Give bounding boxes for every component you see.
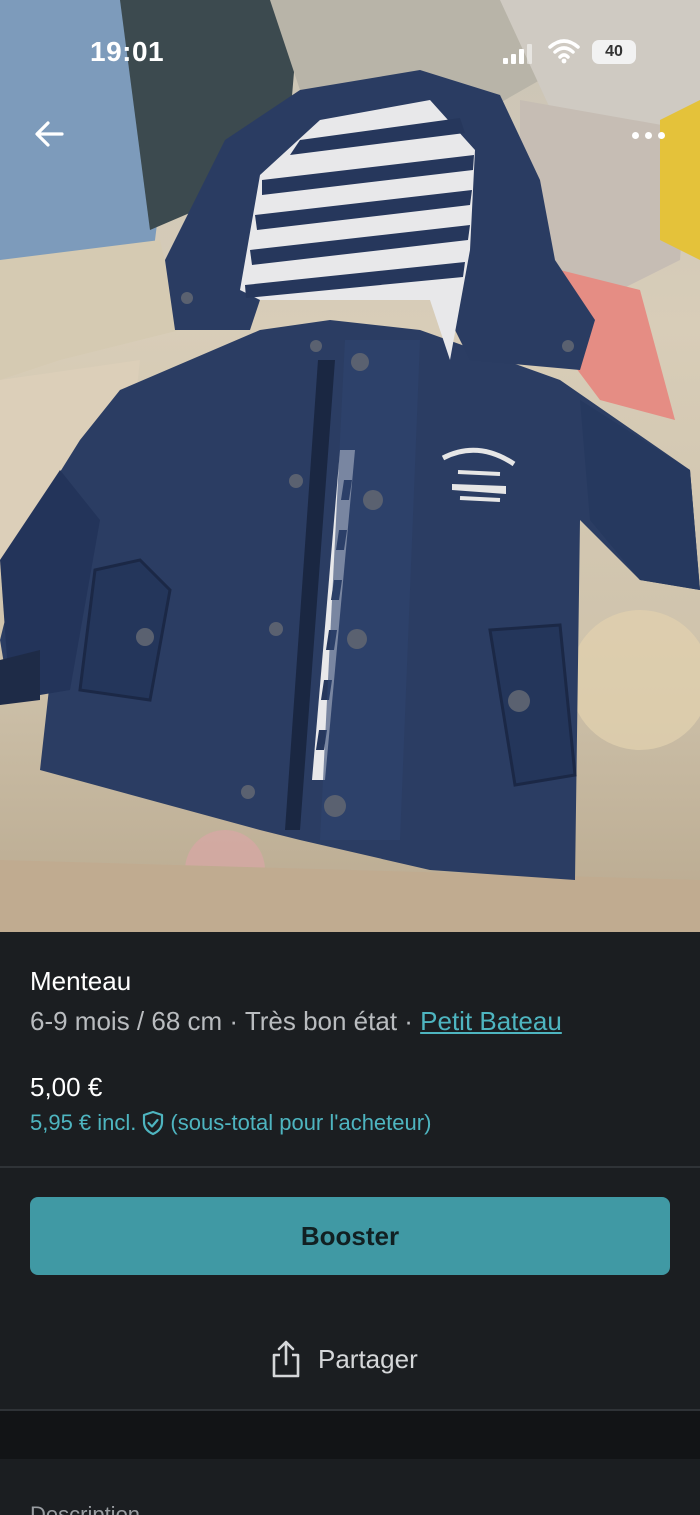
cellular-signal-icon xyxy=(503,44,533,64)
price-incl: 5,95 € incl. xyxy=(30,1110,137,1135)
jacket-photo-illustration xyxy=(0,0,700,932)
separator: · xyxy=(397,1006,421,1036)
battery-icon: 40 xyxy=(592,40,636,64)
status-bar: 19:01 40 xyxy=(0,0,700,100)
share-icon xyxy=(272,1340,300,1378)
booster-button[interactable]: Booster xyxy=(30,1197,670,1275)
item-title: Menteau xyxy=(30,966,132,996)
divider xyxy=(0,1166,700,1168)
buyer-price-info[interactable]: 5,95 € incl. (sous-total pour l'acheteur… xyxy=(30,1110,431,1136)
section-separator xyxy=(0,1411,700,1459)
separator: · xyxy=(222,1006,245,1036)
back-button[interactable] xyxy=(28,112,72,156)
description-heading: Description xyxy=(30,1502,141,1515)
brand-link[interactable]: Petit Bateau xyxy=(420,1006,562,1036)
status-time: 19:01 xyxy=(90,36,165,67)
item-attributes: 6-9 mois / 68 cm · Très bon état · Petit… xyxy=(30,1006,562,1037)
arrow-left-icon xyxy=(35,121,64,147)
item-photo[interactable]: 19:01 40 xyxy=(0,0,700,932)
price-incl-note: (sous-total pour l'acheteur) xyxy=(170,1110,432,1135)
share-button[interactable]: Partager xyxy=(270,1337,418,1381)
wifi-icon xyxy=(548,39,580,64)
more-dots-icon xyxy=(632,132,639,139)
shield-check-icon xyxy=(143,1110,164,1136)
share-label: Partager xyxy=(318,1343,418,1374)
item-size: 6-9 mois / 68 cm xyxy=(30,1006,223,1036)
item-price: 5,00 € xyxy=(30,1072,103,1102)
item-condition: Très bon état xyxy=(244,1006,398,1036)
more-options-button[interactable] xyxy=(624,112,672,156)
